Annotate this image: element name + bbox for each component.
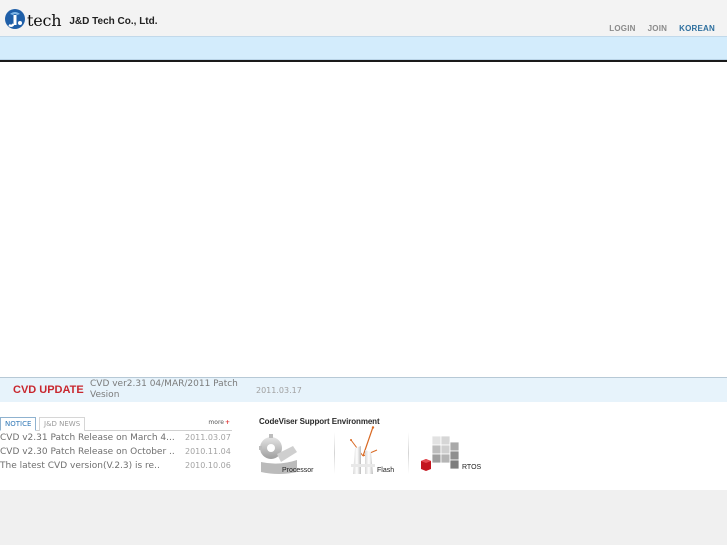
news-title[interactable]: CVD v2.30 Patch Release on October .. [0, 445, 178, 459]
rtos-icon [418, 432, 464, 480]
main-menu-bar [0, 36, 727, 60]
support-title: CodeViser Support Environment [259, 417, 380, 426]
news-tabs: NOTICE J&D NEWS more+ [0, 417, 232, 431]
login-link[interactable]: LOGIN [609, 24, 635, 33]
news-date: 2011.03.07 [185, 433, 231, 442]
header: tech J&D Tech Co., Ltd. LOGIN JOIN KOREA… [0, 0, 727, 36]
tab-jd-news[interactable]: J&D NEWS [39, 417, 86, 431]
company-name: J&D Tech Co., Ltd. [69, 16, 158, 27]
update-strip: CVD UPDATE CVD ver2.31 04/MAR/2011 Patch… [0, 377, 727, 402]
plus-icon: + [224, 419, 230, 426]
list-item[interactable]: CVD v2.31 Patch Release on March 4... 20… [0, 431, 232, 445]
korean-link[interactable]: KOREAN [679, 24, 715, 33]
update-date: 2011.03.17 [256, 386, 302, 395]
support-item-processor[interactable]: Processor [259, 429, 327, 477]
join-link[interactable]: JOIN [648, 24, 667, 33]
page: tech J&D Tech Co., Ltd. LOGIN JOIN KOREA… [0, 0, 727, 545]
news-title[interactable]: CVD v2.31 Patch Release on March 4... [0, 431, 178, 445]
main-visual-area [0, 62, 727, 377]
top-nav: LOGIN JOIN KOREAN [609, 24, 715, 33]
support-item-flash[interactable]: Flash [345, 426, 403, 480]
news-date: 2010.10.06 [185, 461, 231, 470]
news-date: 2010.11.04 [185, 447, 231, 456]
news-list: CVD v2.31 Patch Release on March 4... 20… [0, 431, 232, 473]
tab-notice[interactable]: NOTICE [0, 417, 37, 431]
divider [334, 432, 335, 474]
update-label: CVD UPDATE [13, 384, 84, 396]
support-item-rtos[interactable]: RTOS [418, 429, 488, 477]
support-item-label: Processor [282, 467, 314, 474]
more-label: more [208, 419, 224, 426]
footer [0, 490, 727, 545]
list-item[interactable]: The latest CVD version(V.2.3) is re.. 20… [0, 459, 232, 473]
divider [408, 432, 409, 474]
logo-text: tech [27, 11, 62, 30]
support-item-label: Flash [377, 467, 395, 474]
update-link[interactable]: CVD ver2.31 04/MAR/2011 Patch Vesion [90, 379, 242, 401]
logo[interactable]: tech J&D Tech Co., Ltd. [4, 8, 158, 30]
flash-icon [347, 426, 381, 480]
lower-section: NOTICE J&D NEWS more+ CVD v2.31 Patch Re… [0, 402, 727, 490]
jd-logo-icon [4, 8, 26, 30]
more-link[interactable]: more+ [208, 419, 230, 426]
list-item[interactable]: CVD v2.30 Patch Release on October .. 20… [0, 445, 232, 459]
news-title[interactable]: The latest CVD version(V.2.3) is re.. [0, 459, 178, 473]
support-item-label: RTOS [462, 464, 482, 471]
